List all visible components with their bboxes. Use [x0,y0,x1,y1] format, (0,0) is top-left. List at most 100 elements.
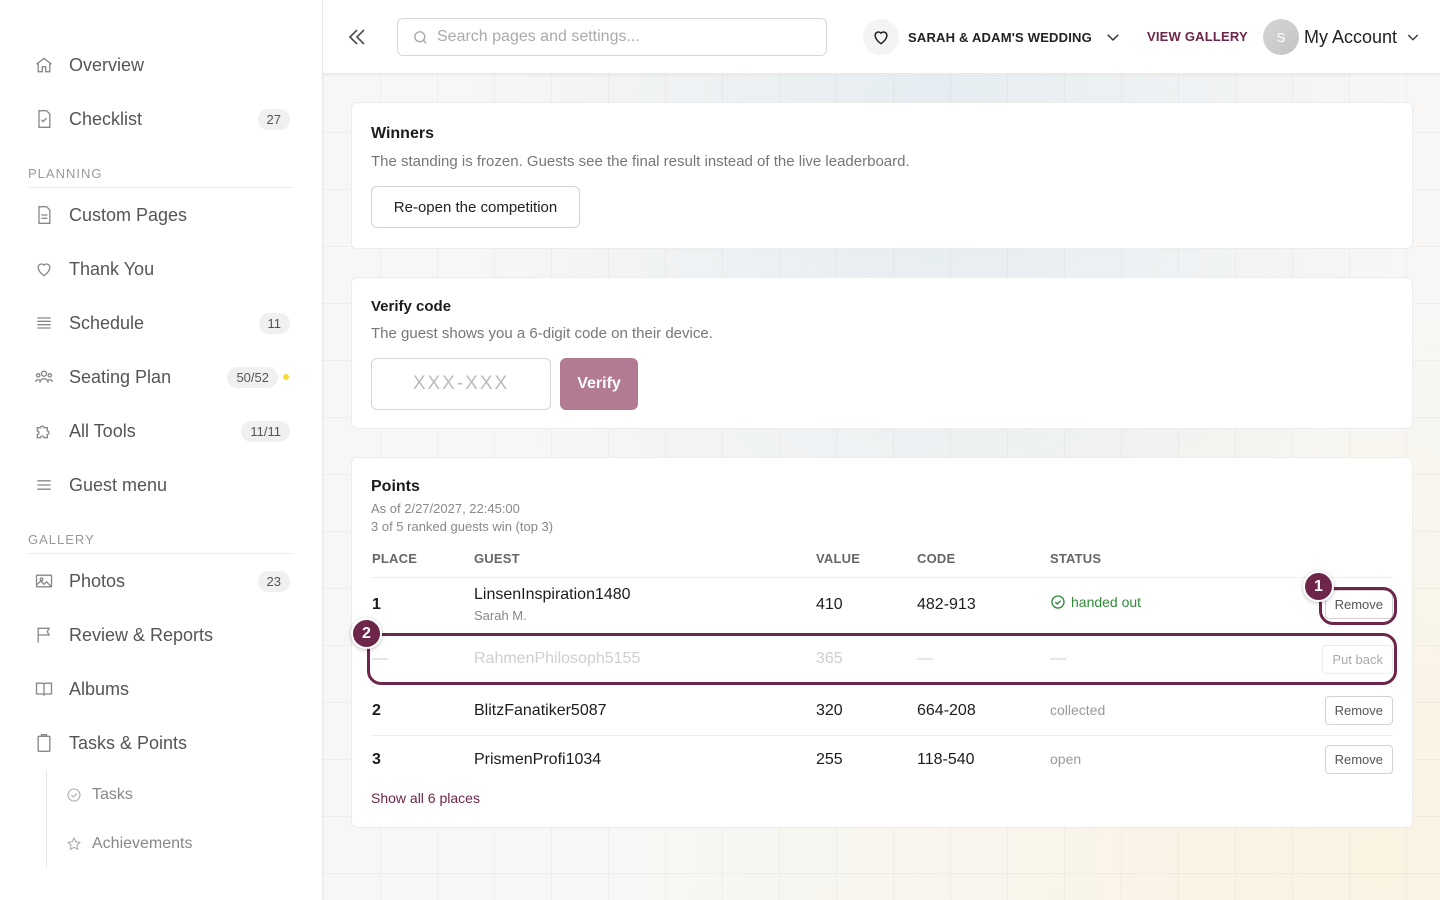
guest-real-name: Sarah M. [474,608,527,623]
sidebar-subitem-tasks[interactable]: Tasks [47,770,322,819]
code-cell: 482-913 [916,577,1049,633]
sidebar-item-label: Albums [69,678,130,699]
winners-description: The standing is frozen. Guests see the f… [371,153,910,170]
guest-name: BlitzFanatiker5087 [473,686,815,736]
reopen-competition-button[interactable]: Re-open the competition [371,186,580,228]
account-label: My Account [1304,26,1398,47]
place-cell: 2 [371,686,473,736]
actions-cell: Put back [1249,632,1393,687]
value-cell: 320 [815,686,916,736]
star-icon [66,836,84,852]
event-selector[interactable]: SARAH & ADAM'S WEDDING [863,19,1122,55]
sidebar-item-label: All Tools [69,420,136,441]
sidebar-item-photos[interactable]: Photos 23 [0,554,322,608]
remove-button[interactable]: Remove [1324,696,1393,725]
remove-button[interactable]: Remove [1324,745,1393,775]
sidebar-item-custom-pages[interactable]: Custom Pages [0,188,322,242]
table-row: 3 PrismenProfi1034 255 118-540 open Remo… [371,735,1393,784]
column-header: GUEST [473,551,815,578]
search-input[interactable] [437,28,817,46]
sidebar-item-seating-plan[interactable]: Seating Plan 50/52 [0,350,322,404]
main-content: Winners The standing is frozen. Guests s… [323,75,1440,900]
sidebar-item-guest-menu[interactable]: Guest menu [0,458,322,512]
notification-dot [283,374,289,380]
sidebar-item-label: Thank You [69,258,155,279]
sidebar-subitem-achievements[interactable]: Achievements [47,819,322,868]
table-row: 2 BlitzFanatiker5087 320 664-208 collect… [371,686,1393,736]
document-icon [33,204,55,226]
code-cell: 118-540 [917,750,975,768]
sidebar-item-tasks-points[interactable]: Tasks & Points [0,716,322,770]
sidebar-item-schedule[interactable]: Schedule 11 [0,296,322,350]
status-cell: collected [1049,686,1249,736]
table-row-removed: — RahmenPhilosoph5155 365 — — Put back [371,632,1393,687]
home-icon [33,54,55,76]
sub-nav: Tasks Achievements [46,770,322,868]
section-title-planning: PLANNING [28,156,294,188]
chevron-down-icon [1104,28,1122,46]
points-title: Points [371,478,420,495]
verify-description: The guest shows you a 6-digit code on th… [371,325,713,342]
verify-code-card: Verify code The guest shows you a 6-digi… [351,277,1413,429]
event-name: SARAH & ADAM'S WEDDING [908,29,1092,45]
image-icon [33,570,55,592]
code-cell: 664-208 [916,686,1049,736]
actions-cell: Remove [1249,735,1393,784]
sidebar-item-label: Checklist [69,108,143,129]
check-circle-icon [66,787,84,803]
guest-cell: LinsenInspiration1480 Sarah M. [473,577,815,633]
status-label: open [1050,750,1082,767]
check-circle-icon [1050,594,1066,610]
view-gallery-link[interactable]: VIEW GALLERY [1147,29,1248,44]
sidebar-item-thank-you[interactable]: Thank You [0,242,322,296]
show-all-places-link[interactable]: Show all 6 places [371,790,480,806]
guest-name: LinsenInspiration1480 [474,586,631,603]
value-cell: 365 [815,632,916,687]
winners-title: Winners [371,125,434,142]
sidebar-item-label: Schedule [69,312,145,333]
winners-card: Winners The standing is frozen. Guests s… [351,102,1413,249]
puzzle-icon [33,420,55,442]
remove-button[interactable]: Remove [1324,590,1393,619]
status-cell: — [1049,632,1249,687]
status-label: handed out [1071,594,1142,610]
count-badge: 23 [257,570,290,592]
verify-form: Verify [371,358,1393,410]
points-table: PLACE GUEST VALUE CODE STATUS 1 LinsenIn… [371,551,1393,784]
sidebar-item-overview[interactable]: Overview [0,38,322,92]
place-cell: 3 [372,750,381,768]
sidebar-item-label: Guest menu [69,474,168,495]
collapse-sidebar-icon[interactable] [345,25,369,49]
actions-cell: Remove [1249,686,1393,736]
verify-button[interactable]: Verify [560,358,638,410]
put-back-button[interactable]: Put back [1322,644,1393,674]
code-input[interactable] [371,358,551,410]
search-box [397,18,827,56]
account-menu[interactable]: S My Account [1263,19,1421,55]
sidebar-item-label: Seating Plan [69,366,172,387]
verify-title: Verify code [371,298,452,315]
sidebar-item-label: Photos [69,570,126,591]
sidebar-item-albums[interactable]: Albums [0,662,322,716]
sidebar-item-checklist[interactable]: Checklist 27 [0,92,322,146]
book-icon [33,678,55,700]
list-icon [33,312,55,334]
sidebar-subitem-label: Tasks [92,785,133,803]
count-badge: 27 [257,108,290,130]
table-header-row: PLACE GUEST VALUE CODE STATUS [371,551,1393,578]
guest-name: PrismenProfi1034 [474,750,602,768]
sidebar-item-label: Review & Reports [69,624,214,645]
sidebar-item-label: Custom Pages [69,204,188,225]
sidebar-item-label: Overview [69,54,145,75]
guest-name: RahmenPhilosoph5155 [473,632,815,687]
place-cell: 1 [371,577,473,633]
points-as-of: As of 2/27/2027, 22:45:00 [371,501,520,516]
status-label: collected [1050,701,1106,718]
flag-icon [33,624,55,646]
sidebar-item-review-reports[interactable]: Review & Reports [0,608,322,662]
points-card: Points As of 2/27/2027, 22:45:00 3 of 5 … [351,457,1413,828]
place-cell: — [371,632,473,687]
annotation-marker-1: 1 [1303,571,1334,602]
sidebar-item-all-tools[interactable]: All Tools 11/11 [0,404,322,458]
chevron-down-icon [1405,29,1421,45]
